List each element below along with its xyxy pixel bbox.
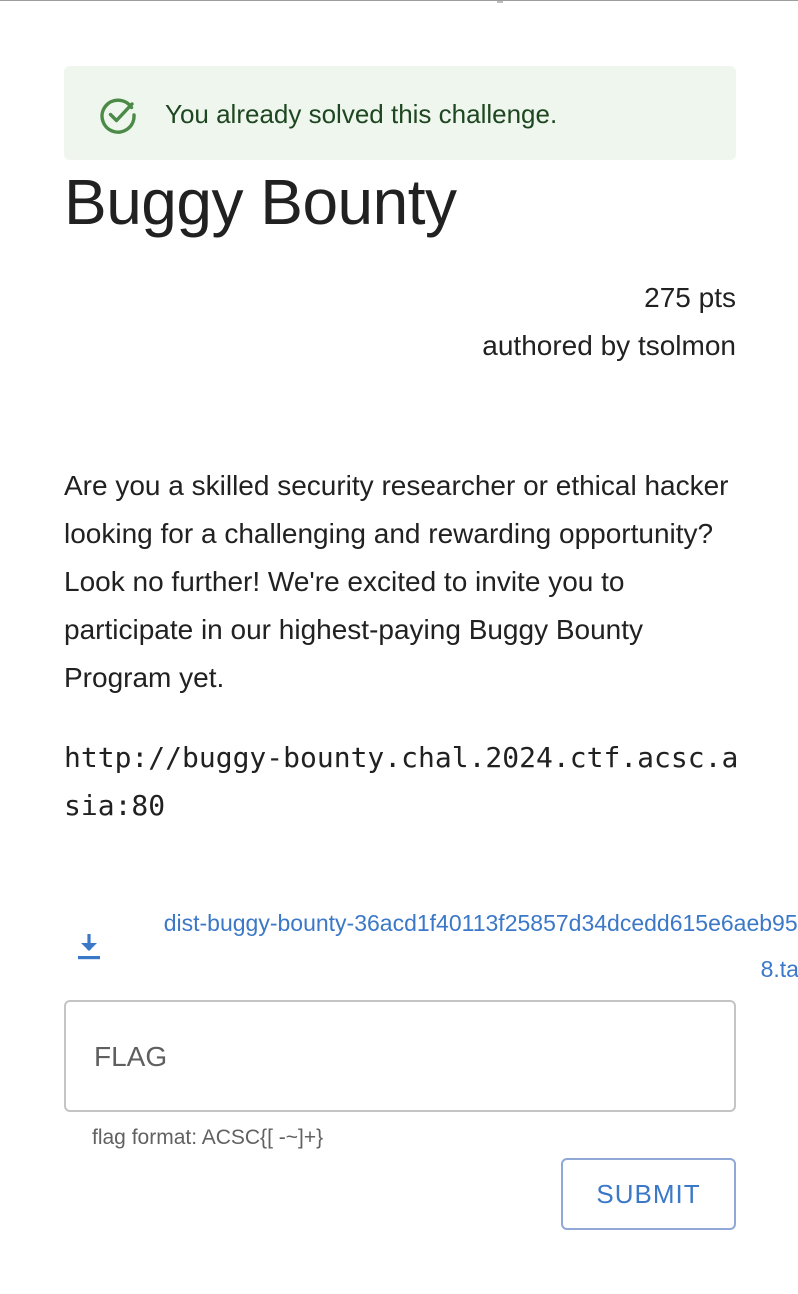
- check-circle-icon: [100, 98, 136, 134]
- attachment-download[interactable]: dist-buggy-bounty-36acd1f40113f25857d34d…: [76, 900, 798, 990]
- challenge-points: 275 pts: [644, 282, 736, 313]
- top-divider: [0, 0, 798, 1]
- challenge-title: Buggy Bounty: [64, 166, 457, 238]
- challenge-url: http://buggy-bounty.chal.2024.ctf.acsc.a…: [64, 741, 739, 822]
- flag-field[interactable]: [64, 1000, 736, 1112]
- top-divider-tick: [497, 1, 503, 3]
- challenge-description: Are you a skilled security researcher or…: [64, 470, 729, 693]
- solved-alert-message: You already solved this challenge.: [165, 99, 558, 129]
- challenge-author: authored by tsolmon: [482, 330, 736, 361]
- flag-input[interactable]: [92, 1034, 706, 1080]
- submit-button[interactable]: SUBMIT: [561, 1158, 736, 1230]
- attachment-link[interactable]: dist-buggy-bounty-36acd1f40113f25857d34d…: [156, 900, 798, 992]
- solved-alert: You already solved this challenge.: [64, 66, 736, 160]
- challenge-meta: 275 pts authored by tsolmon: [482, 274, 736, 370]
- flag-format-helper: flag format: ACSC{[ -~]+}: [92, 1126, 324, 1149]
- download-icon[interactable]: [76, 932, 102, 962]
